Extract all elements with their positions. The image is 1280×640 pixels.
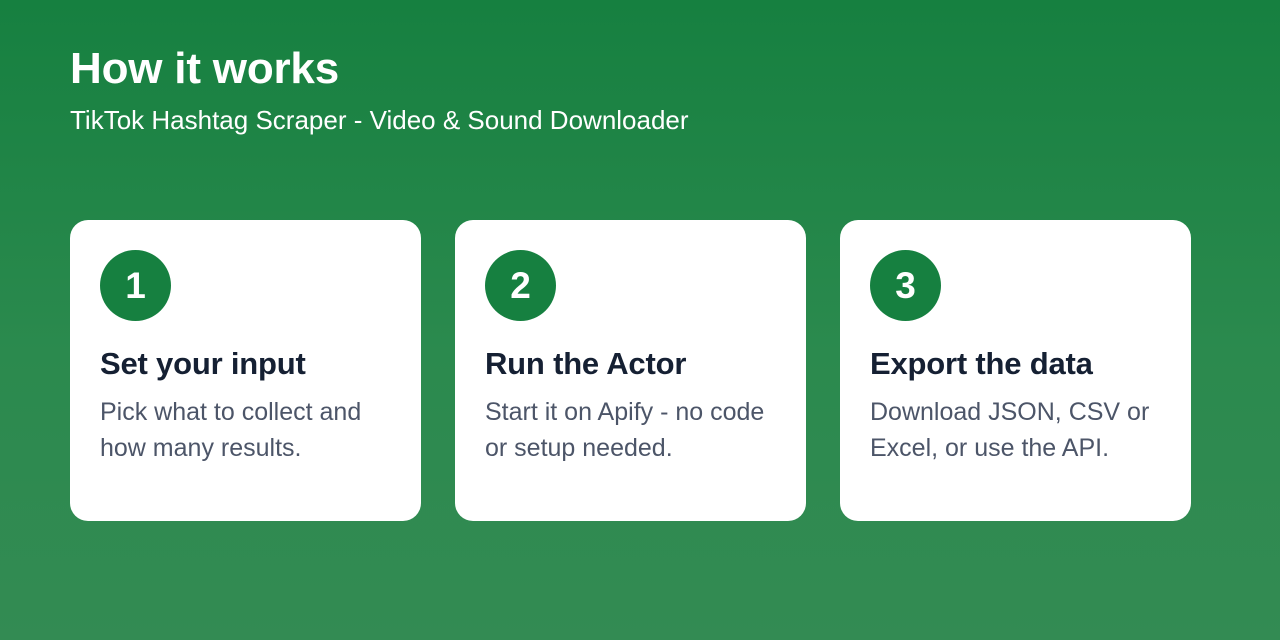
step-card-2: 2 Run the Actor Start it on Apify - no c…: [455, 220, 806, 521]
step-number-badge: 1: [100, 250, 171, 321]
page-title: How it works: [70, 44, 339, 93]
page-header: How it works TikTok Hashtag Scraper - Vi…: [70, 43, 1210, 137]
step-title: Export the data: [870, 346, 1093, 381]
step-card-3: 3 Export the data Download JSON, CSV or …: [840, 220, 1191, 521]
step-title: Set your input: [100, 346, 306, 381]
steps-list: 1 Set your input Pick what to collect an…: [70, 220, 1191, 521]
step-description: Pick what to collect and how many result…: [100, 398, 362, 462]
step-description: Start it on Apify - no code or setup nee…: [485, 398, 765, 462]
page-subtitle: TikTok Hashtag Scraper - Video & Sound D…: [70, 105, 689, 135]
step-card-1: 1 Set your input Pick what to collect an…: [70, 220, 421, 521]
step-number-badge: 2: [485, 250, 556, 321]
step-description: Download JSON, CSV or Excel, or use the …: [870, 398, 1150, 462]
step-number-badge: 3: [870, 250, 941, 321]
step-title: Run the Actor: [485, 346, 687, 381]
